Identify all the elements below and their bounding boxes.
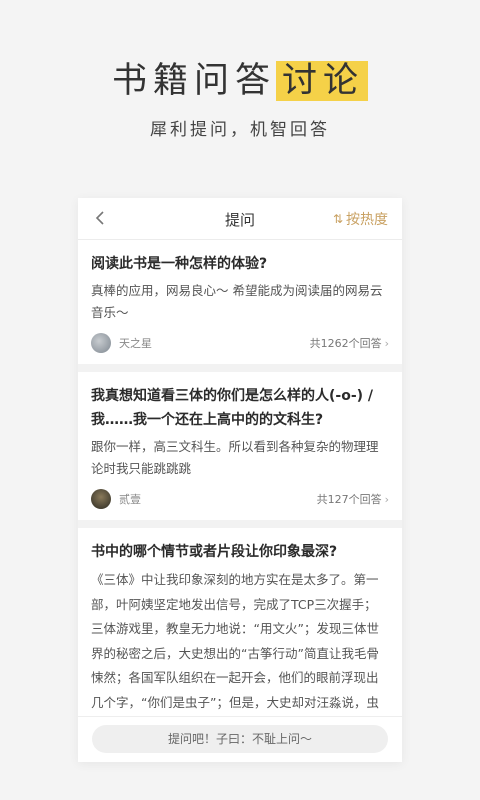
- chevron-right-icon: ›: [384, 492, 389, 506]
- answer-preview: 《三体》中让我印象深刻的地方实在是太多了。第一部，叶阿姨坚定地发出信号，完成了T…: [91, 572, 379, 734]
- author-name: 天之星: [119, 337, 152, 350]
- question-card[interactable]: 阅读此书是一种怎样的体验? 真棒的应用，网易良心～ 希望能成为阅读届的网易云音乐…: [78, 240, 402, 364]
- bottom-bar: 提问吧！子曰：不耻上问～: [78, 716, 402, 762]
- hero-title-main: 书籍问答: [111, 61, 276, 101]
- answer-count[interactable]: 共1262个回答: [310, 335, 382, 351]
- sort-button[interactable]: ⇅ 按热度: [333, 209, 388, 229]
- sort-label: 按热度: [346, 212, 388, 228]
- top-bar: 提问 ⇅ 按热度: [78, 198, 402, 240]
- question-meta: 天之星 共1262个回答 ›: [91, 332, 389, 354]
- sort-icon: ⇅: [332, 212, 343, 226]
- question-card[interactable]: 我真想知道看三体的你们是怎么样的人(-o-) / 我……我一个还在上高中的的文科…: [78, 372, 402, 520]
- chevron-right-icon: ›: [384, 336, 389, 350]
- answer-preview: 跟你一样，高三文科生。所以看到各种复杂的物理理论时我只能跳跳跳: [91, 439, 379, 476]
- avatar[interactable]: [91, 489, 111, 509]
- hero-subtitle: 犀利提问，机智回答: [150, 120, 330, 140]
- ask-question-input[interactable]: 提问吧！子曰：不耻上问～: [92, 725, 388, 753]
- app-screen: 提问 ⇅ 按热度 阅读此书是一种怎样的体验? 真棒的应用，网易良心～ 希望能成为…: [78, 198, 402, 762]
- question-title[interactable]: 我真想知道看三体的你们是怎么样的人(-o-) / 我……我一个还在上高中的的文科…: [91, 384, 389, 432]
- avatar[interactable]: [91, 333, 111, 353]
- answer-count[interactable]: 共127个回答: [317, 491, 382, 507]
- question-meta: 贰壹 共127个回答 ›: [91, 488, 389, 510]
- hero-title-highlight: 讨论: [276, 61, 369, 101]
- question-title[interactable]: 阅读此书是一种怎样的体验?: [91, 252, 389, 276]
- author-name: 贰壹: [119, 493, 141, 506]
- answer-preview: 真棒的应用，网易良心～ 希望能成为阅读届的网易云音乐～: [91, 283, 383, 320]
- hero-title: 书籍问答 讨论: [0, 52, 480, 103]
- question-title[interactable]: 书中的哪个情节或者片段让你印象最深?: [91, 540, 389, 564]
